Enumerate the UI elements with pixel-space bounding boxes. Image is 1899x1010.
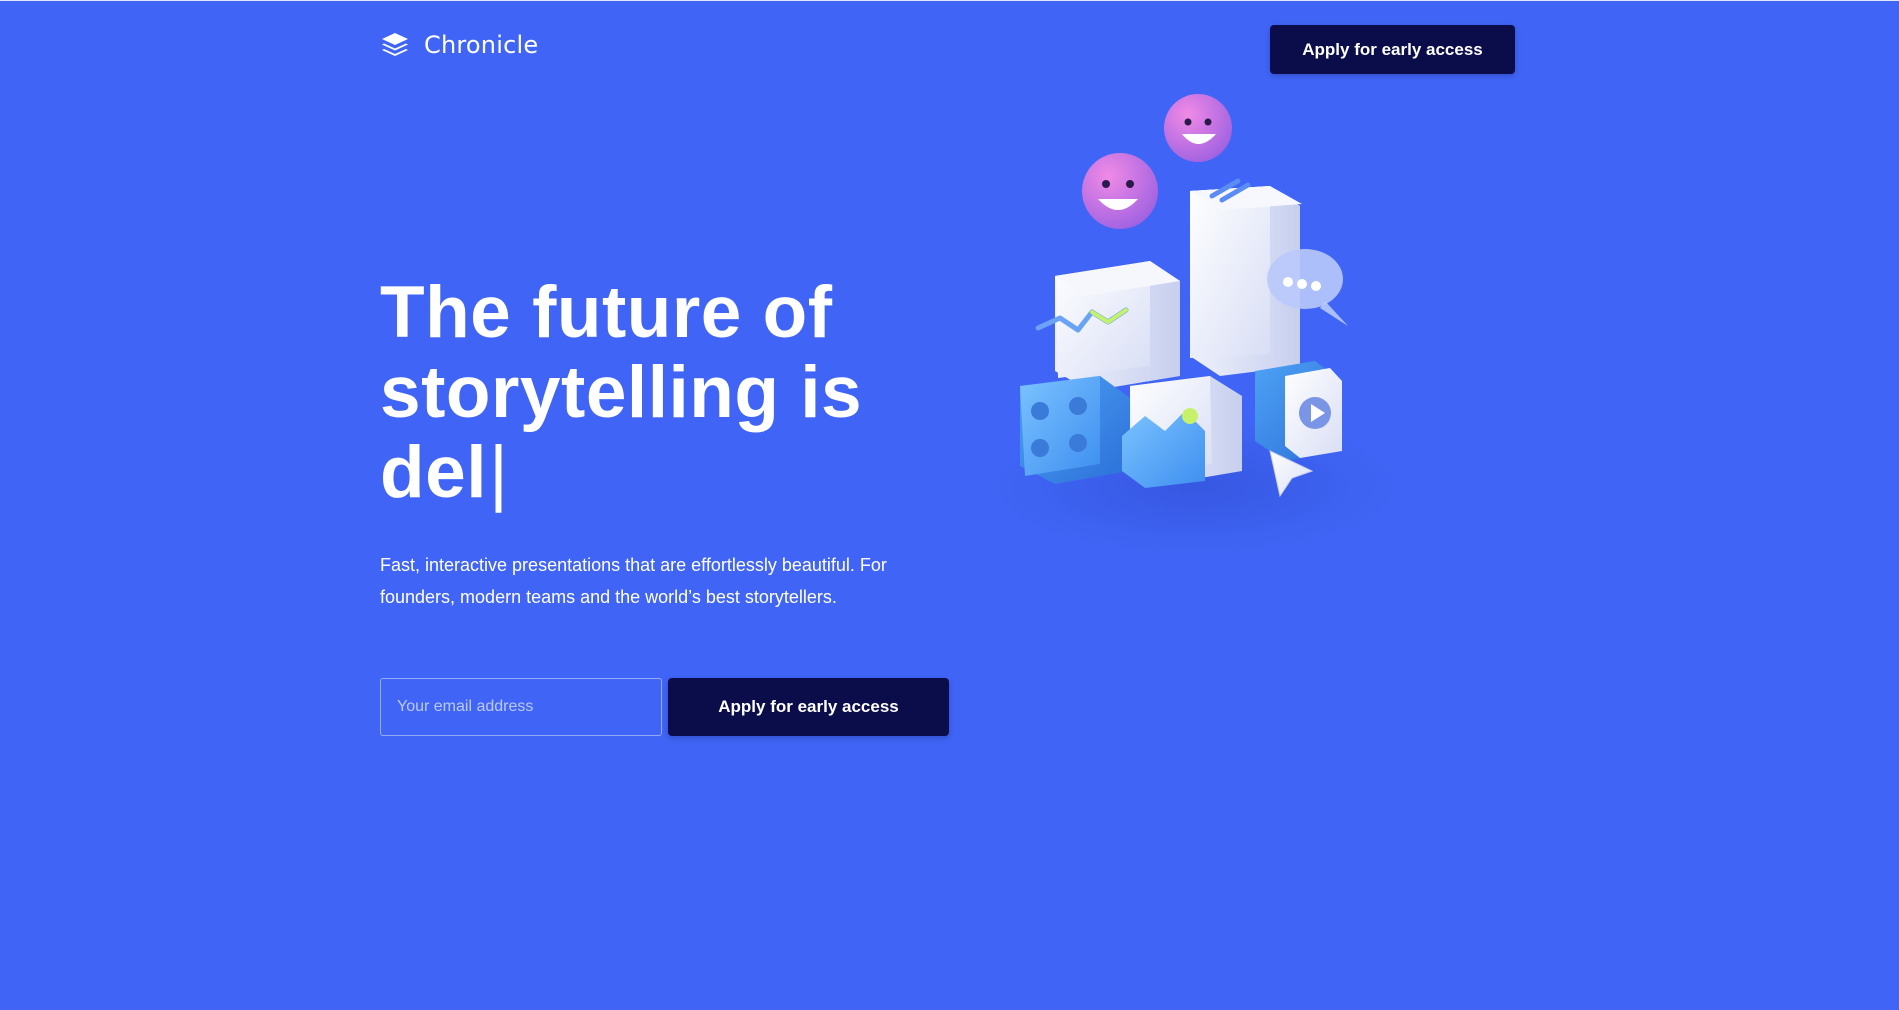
header-apply-button[interactable]: Apply for early access — [1270, 25, 1515, 74]
signup-apply-button[interactable]: Apply for early access — [668, 678, 949, 736]
hero-title: The future of storytelling is del| — [380, 273, 940, 513]
typed-word: del — [380, 432, 487, 513]
hero-illustration — [985, 94, 1405, 556]
dots-grid-block — [1020, 376, 1130, 484]
hero-title-line-typing: del| — [380, 433, 940, 513]
hero-title-line: storytelling is — [380, 352, 863, 433]
image-cube-block — [1122, 376, 1242, 488]
typing-cursor: | — [488, 432, 509, 513]
stacked-layers-icon — [382, 33, 408, 56]
brand-logo[interactable]: Chronicle — [380, 31, 538, 59]
landing-page: Chronicle Apply for early access The fut… — [0, 0, 1899, 1010]
brand-name: Chronicle — [424, 31, 539, 59]
hero-subtitle: Fast, interactive presentations that are… — [380, 555, 887, 607]
play-block — [1255, 361, 1342, 461]
smiley-face-icon — [1082, 153, 1158, 229]
signup-form: Apply for early access — [380, 678, 949, 736]
hero-title-line: The future of — [380, 272, 833, 353]
email-input[interactable] — [380, 678, 662, 736]
chart-cube-block — [1035, 261, 1180, 391]
smiley-face-icon — [1164, 94, 1232, 162]
